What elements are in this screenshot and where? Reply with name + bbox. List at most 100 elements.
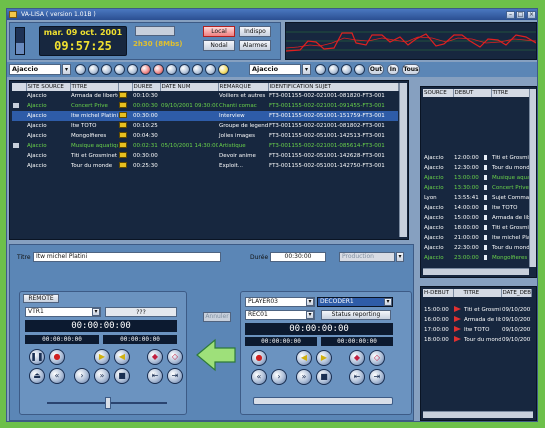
step-forward-button[interactable]: › xyxy=(74,368,90,384)
fast-forward-button[interactable]: » xyxy=(94,368,110,384)
column-header[interactable] xyxy=(118,83,133,91)
mark-out-button[interactable]: ◇ xyxy=(369,350,385,366)
link-icon[interactable] xyxy=(354,64,365,75)
duree-field[interactable]: 00:30:00 xyxy=(270,252,326,262)
table-row[interactable]: Ajaccio 13:00:00 Musique aquatique xyxy=(423,173,529,183)
indispo-button[interactable]: Indispo xyxy=(239,26,271,37)
table-row[interactable]: 16:00:00 Armada de liberte09/10/2001 xyxy=(423,315,531,325)
table-row[interactable]: Ajaccio 22:30:00 Tour du monde xyxy=(423,243,529,253)
delete-icon[interactable] xyxy=(140,64,151,75)
goto-out-button[interactable]: ⇥ xyxy=(167,368,183,384)
mark-in-button[interactable]: ◆ xyxy=(349,350,365,366)
column-header[interactable]: TITRE xyxy=(453,289,502,297)
table-row[interactable]: Ajaccio Mongolfieres 00:04:30 Jolies images… xyxy=(12,131,398,141)
record-button[interactable]: ● xyxy=(49,349,65,365)
table-row[interactable]: Ajaccio Itw TOTO 00:10:25 Groupe de legende… xyxy=(12,121,398,131)
tape-icon[interactable] xyxy=(114,64,125,75)
nodal-button[interactable]: Nodal xyxy=(203,40,235,51)
chevron-down-icon[interactable]: ▾ xyxy=(302,64,311,75)
rec-select[interactable]: REC01 xyxy=(245,310,315,320)
settings-icon[interactable] xyxy=(192,64,203,75)
refresh-icon[interactable] xyxy=(127,64,138,75)
goto-in-button[interactable]: ⇤ xyxy=(349,369,365,385)
table-row[interactable]: 15:00:00 Titi et Grosminet09/10/2001 xyxy=(423,305,531,315)
column-header[interactable]: DEBUT xyxy=(453,89,492,97)
out-button[interactable]: Out xyxy=(368,64,384,75)
table-row[interactable]: 18:00:00 Tour du monde 09/10/2001 xyxy=(423,335,531,345)
column-header[interactable]: SITE SOURCE xyxy=(26,83,71,91)
column-header[interactable]: IDENTIFICATION SUJET xyxy=(268,83,399,91)
lightbulb-icon[interactable] xyxy=(218,64,229,75)
pause-button[interactable]: ❚❚ xyxy=(29,349,45,365)
vertical-scrollbar[interactable] xyxy=(529,89,536,267)
table-row[interactable]: Ajaccio 23:00:00 Mongolfieres xyxy=(423,253,529,263)
fast-rewind-button[interactable]: « xyxy=(49,368,65,384)
table-row[interactable]: Ajaccio Titi et Grosminet 00:30:00 Devoir a… xyxy=(12,151,398,161)
table-row[interactable]: Ajaccio 12:30:00 Tour du monde xyxy=(423,163,529,173)
remote-tab[interactable]: REMOTE xyxy=(23,294,59,303)
titre-field[interactable]: Itw michel Platini xyxy=(33,252,221,262)
local-button[interactable]: Local xyxy=(203,26,235,37)
monitor-icon[interactable] xyxy=(205,64,216,75)
table-row[interactable]: Ajaccio Armada de liberte 00:10:30 Voiliers… xyxy=(12,91,398,101)
record-icon[interactable] xyxy=(101,64,112,75)
chevron-down-icon[interactable]: ▾ xyxy=(306,298,314,306)
table-row[interactable]: Lyon 13:55:41 Sujet Commandab xyxy=(423,193,529,203)
column-header[interactable]: DATE NUM xyxy=(160,83,219,91)
close-button[interactable]: × xyxy=(527,11,536,19)
column-header[interactable]: SOURCE xyxy=(423,89,454,97)
sort-icon[interactable] xyxy=(341,64,352,75)
in-button[interactable]: In xyxy=(387,64,399,75)
copy-icon[interactable] xyxy=(166,64,177,75)
column-header[interactable]: H-DEBUT xyxy=(423,289,454,297)
rewind-button[interactable]: ◀ xyxy=(296,350,312,366)
jog-slider-handle[interactable] xyxy=(105,397,111,409)
rewind-button[interactable]: ◀ xyxy=(114,349,130,365)
column-header[interactable]: DATE_DEBU xyxy=(501,289,532,297)
fast-rewind-button[interactable]: « xyxy=(251,369,267,385)
table-row[interactable]: Ajaccio 15:00:00 Armada de liberte xyxy=(423,213,529,223)
chevron-down-icon[interactable]: ▾ xyxy=(306,311,314,319)
table-row[interactable]: Ajaccio Musique aquatique 00:02:3105/10/20… xyxy=(12,141,398,151)
search-icon[interactable] xyxy=(328,64,339,75)
table-row[interactable]: Ajaccio 12:00:00 Titi et Grosminet xyxy=(423,153,529,163)
chevron-down-icon[interactable]: ▾ xyxy=(384,298,392,306)
table-row[interactable]: Ajaccio Concert Prive 00:00:30 09/10/2001 0… xyxy=(12,101,398,111)
stop-button[interactable]: ■ xyxy=(114,368,130,384)
player-select[interactable]: PLAYER03 xyxy=(245,297,315,307)
transfer-arrow-icon[interactable] xyxy=(195,338,237,372)
chevron-down-icon[interactable]: ▾ xyxy=(396,252,404,262)
table-row[interactable]: Ajaccio 18:00:00 Titi et Grosminet xyxy=(423,223,529,233)
annuler-button[interactable]: Annuler xyxy=(203,312,231,322)
eject-button[interactable]: ⏏ xyxy=(29,368,45,384)
site-select-left[interactable]: Ajaccio xyxy=(9,64,61,75)
production-select[interactable]: Production xyxy=(339,252,395,262)
site-select-right[interactable]: Ajaccio xyxy=(249,64,301,75)
list-icon[interactable] xyxy=(179,64,190,75)
table-row[interactable]: Ajaccio Tour du monde 00:25:30 Exploit... FT… xyxy=(12,161,398,171)
column-header[interactable]: TITRE xyxy=(491,89,530,97)
horizontal-scrollbar[interactable] xyxy=(423,411,533,418)
table-row[interactable]: Ajaccio 21:00:00 Itw michel Platini xyxy=(423,233,529,243)
play-button[interactable]: ▶ xyxy=(316,350,332,366)
filter-icon[interactable] xyxy=(315,64,326,75)
fast-forward-button[interactable]: » xyxy=(296,369,312,385)
table-row[interactable]: 17:00:00 Itw TOTO 09/10/2001 xyxy=(423,325,531,335)
record-button[interactable]: ● xyxy=(251,350,267,366)
jog-slider-track[interactable] xyxy=(253,397,393,405)
maximize-button[interactable]: □ xyxy=(516,11,525,19)
tous-button[interactable]: Tous xyxy=(402,64,420,75)
decoder-select[interactable]: DECODER1 xyxy=(317,297,393,307)
mark-in-button[interactable]: ◆ xyxy=(147,349,163,365)
column-header[interactable]: DUREE xyxy=(132,83,161,91)
media-icon[interactable] xyxy=(75,64,86,75)
chevron-down-icon[interactable]: ▾ xyxy=(62,64,71,75)
device-select[interactable]: VTR1 xyxy=(25,307,101,317)
goto-in-button[interactable]: ⇤ xyxy=(147,368,163,384)
play-button[interactable]: ▶ xyxy=(94,349,110,365)
stop-icon[interactable] xyxy=(153,64,164,75)
horizontal-scrollbar[interactable] xyxy=(423,268,529,275)
step-forward-button[interactable]: › xyxy=(271,369,287,385)
alarmes-button[interactable]: Alarmes xyxy=(239,40,271,51)
goto-out-button[interactable]: ⇥ xyxy=(369,369,385,385)
